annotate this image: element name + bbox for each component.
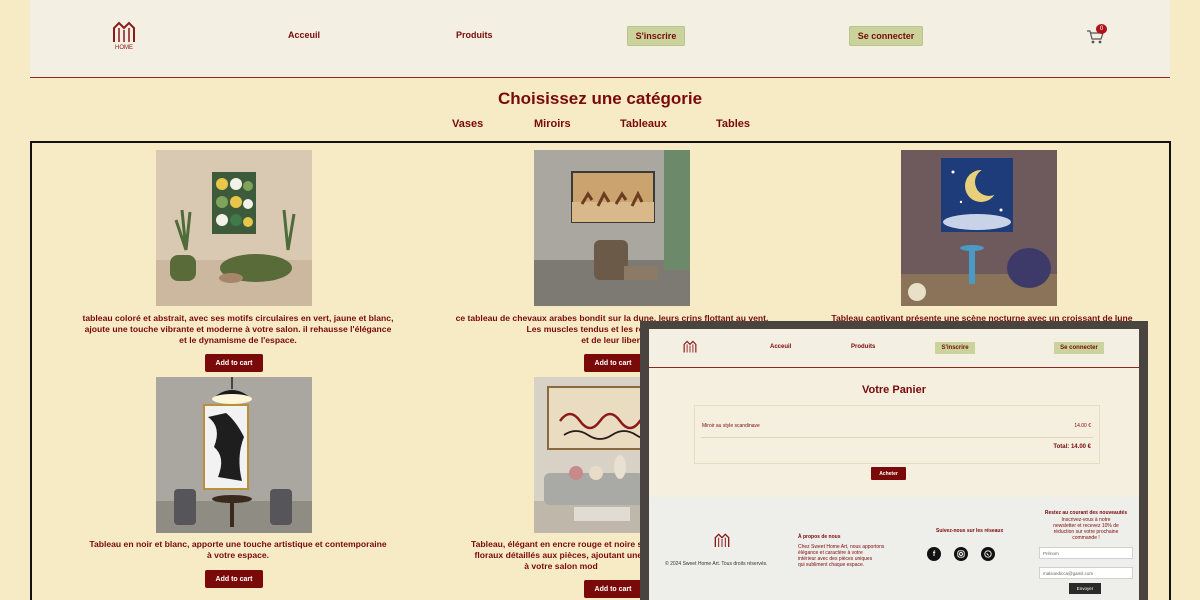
cart-total: Total: 14.00 € [1053,444,1091,450]
site-header: HOME Acceuil Produits S'inscrire Se conn… [30,0,1170,78]
whatsapp-icon[interactable] [981,547,995,561]
login-button[interactable]: Se connecter [849,26,923,46]
nav-acceuil[interactable]: Acceuil [288,30,320,40]
category-title: Choisissez une catégorie [497,89,703,108]
newsletter-text: Inscrivez-vous à notre newsletter et rec… [1053,517,1119,541]
about-text: Chez Sweet Home Art, nous apportons élég… [798,544,885,568]
instagram-icon[interactable] [954,547,968,561]
home-logo-icon [714,533,730,547]
home-logo-icon[interactable]: HOME [112,20,136,52]
product-image-horses[interactable] [534,150,690,306]
category-miroirs[interactable]: Miroirs [534,118,571,130]
cart-page: Acceuil Produits S'inscrire Se connecter… [649,329,1139,600]
category-vases[interactable]: Vases [452,118,483,130]
product-description: tableau coloré et abstrait, avec ses mot… [82,313,394,345]
nav-produits[interactable]: Produits [456,30,493,40]
cart-count-badge: 0 [1096,24,1107,34]
copyright: © 2024 Sweet Home Art. Tous droits réser… [665,561,768,567]
newsletter-title: Restez au courant des nouveautés [1044,510,1128,516]
product-image-black-white[interactable] [156,377,312,533]
product-description: Tableau en noir et blanc, apporte une to… [89,539,387,560]
signup-button[interactable]: S'inscrire [627,26,685,46]
nav-produits[interactable]: Produits [851,344,875,350]
cart-page-header: Acceuil Produits S'inscrire Se connecter [649,329,1139,368]
home-logo-icon[interactable] [683,339,697,359]
cart-summary: Miroir au style scandinave 14.00 € Total… [694,405,1100,464]
send-button[interactable]: Envoyer [1069,583,1101,594]
cart-overlay-window: Acceuil Produits S'inscrire Se connecter… [640,321,1148,600]
add-to-cart-button[interactable]: Add to cart [584,354,642,372]
add-to-cart-button[interactable]: Add to cart [205,570,263,588]
site-footer: © 2024 Sweet Home Art. Tous droits réser… [649,497,1139,600]
facebook-icon[interactable]: f [927,547,941,561]
add-to-cart-button[interactable]: Add to cart [584,580,642,598]
buy-button[interactable]: Acheter [871,467,906,480]
product-image-moon[interactable] [901,150,1057,306]
nav-acceuil[interactable]: Acceuil [770,344,791,350]
email-input[interactable]: malsoedicca@gamil.com [1039,567,1133,579]
cart-item-name: Miroir au style scandinave [702,423,760,429]
social-title: Suivez-nous sur les réseaux [936,528,1004,534]
divider [701,437,1093,438]
cart-title: Votre Panier [862,384,926,396]
category-tables[interactable]: Tables [716,118,750,130]
about-title: À propos de nous [798,534,841,540]
login-button[interactable]: Se connecter [1054,342,1104,354]
firstname-input[interactable]: Prénom [1039,547,1133,559]
logo-text: HOME [115,45,133,51]
cart-item-price: 14.00 € [1074,423,1091,429]
signup-button[interactable]: S'inscrire [935,342,975,354]
add-to-cart-button[interactable]: Add to cart [205,354,263,372]
product-image-abstract-circles[interactable] [156,150,312,306]
category-tableaux[interactable]: Tableaux [620,118,667,130]
